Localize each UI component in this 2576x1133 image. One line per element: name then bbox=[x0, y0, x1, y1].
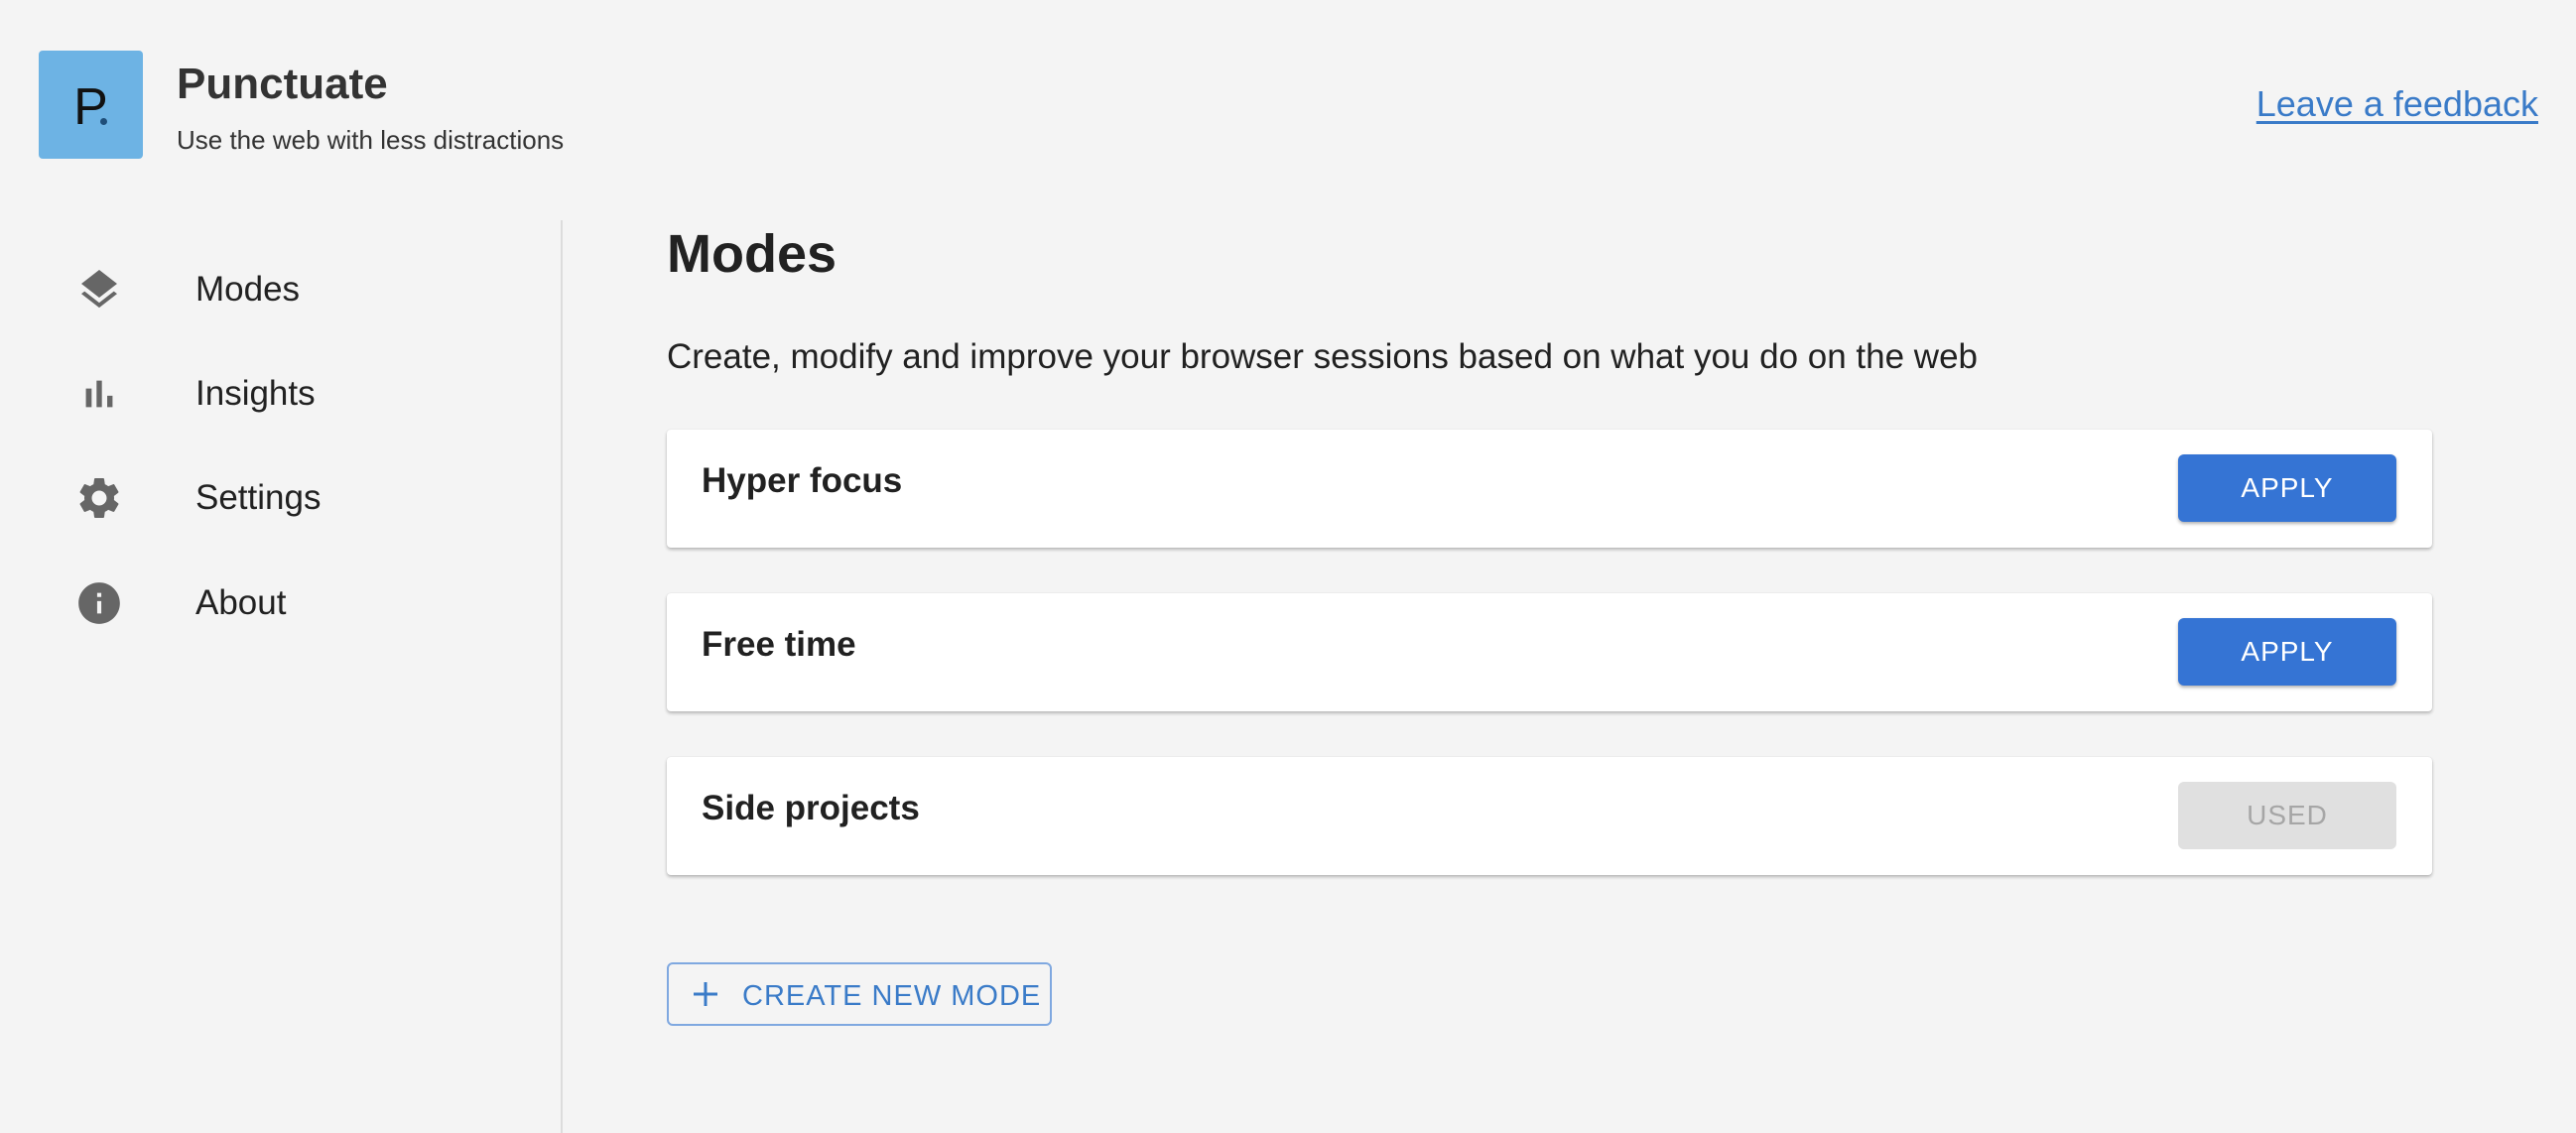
logo-dot bbox=[100, 118, 107, 125]
sidebar-item-insights[interactable]: Insights bbox=[69, 359, 526, 429]
app-title: Punctuate bbox=[177, 60, 388, 108]
app-subtitle: Use the web with less distractions bbox=[177, 125, 565, 155]
sidebar-item-label: Modes bbox=[195, 270, 301, 309]
mode-name: Side projects bbox=[702, 789, 920, 827]
layers-icon bbox=[69, 260, 129, 319]
mode-card: Free time APPLY bbox=[667, 593, 2432, 711]
sidebar-item-label: Insights bbox=[195, 374, 316, 413]
plus-icon bbox=[691, 979, 720, 1009]
leave-feedback-link[interactable]: Leave a feedback bbox=[2256, 83, 2538, 125]
mode-card: Side projects USED bbox=[667, 757, 2432, 875]
sidebar-item-label: About bbox=[195, 583, 287, 622]
sidebar-item-modes[interactable]: Modes bbox=[69, 255, 526, 324]
sidebar-divider bbox=[561, 220, 563, 1133]
sidebar-item-about[interactable]: About bbox=[69, 568, 526, 638]
apply-button[interactable]: APPLY bbox=[2178, 618, 2396, 686]
used-button: USED bbox=[2178, 782, 2396, 849]
sidebar-item-settings[interactable]: Settings bbox=[69, 463, 526, 533]
gear-icon bbox=[69, 468, 129, 528]
logo-letter: P bbox=[73, 77, 108, 136]
create-new-mode-button[interactable]: CREATE NEW MODE bbox=[667, 962, 1052, 1026]
page-description: Create, modify and improve your browser … bbox=[667, 337, 1978, 376]
create-new-mode-label: CREATE NEW MODE bbox=[742, 980, 1042, 1012]
mode-name: Free time bbox=[702, 625, 856, 664]
app-logo: P bbox=[39, 51, 143, 159]
page-title: Modes bbox=[667, 224, 837, 284]
apply-button[interactable]: APPLY bbox=[2178, 454, 2396, 522]
bar-chart-icon bbox=[69, 364, 129, 424]
mode-card: Hyper focus APPLY bbox=[667, 430, 2432, 548]
mode-name: Hyper focus bbox=[702, 461, 903, 500]
info-icon bbox=[69, 573, 129, 633]
sidebar-item-label: Settings bbox=[195, 478, 322, 517]
